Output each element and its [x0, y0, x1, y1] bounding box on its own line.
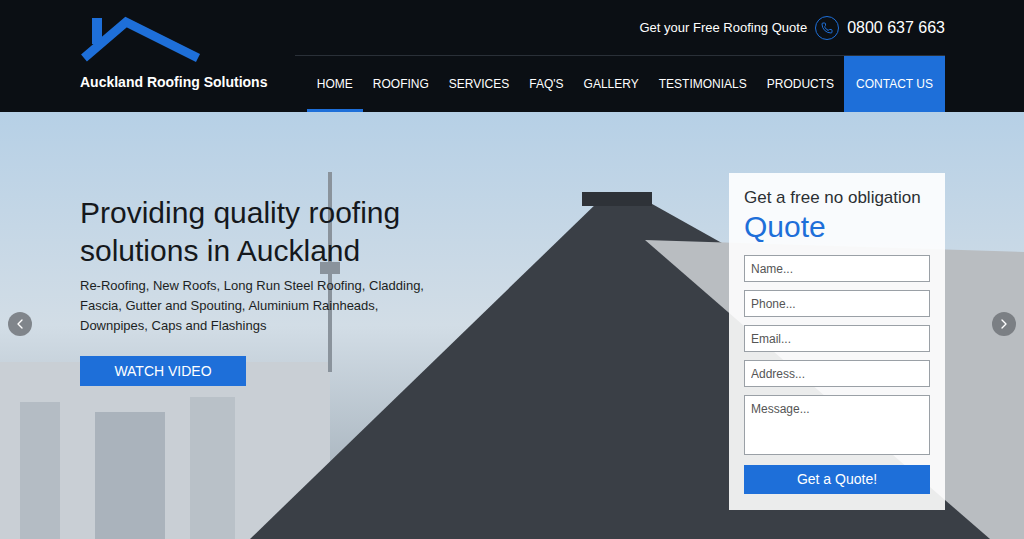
nav-item[interactable]: ROOFING [363, 56, 439, 112]
message-field[interactable] [744, 395, 930, 455]
text-field[interactable] [744, 290, 930, 317]
phone-icon [815, 16, 839, 40]
nav-item[interactable]: FAQ'S [519, 56, 573, 112]
text-field[interactable] [744, 255, 930, 282]
quote-form: Get a free no obligationQuote Get a Quote… [729, 173, 945, 510]
chevron-right-icon [996, 316, 1012, 332]
header-right: Get your Free Roofing Quote 0800 637 663 H… [295, 0, 945, 112]
main-nav: HOMEROOFINGSERVICESFAQ'SGALLERYTESTIMONI… [295, 55, 945, 112]
roof-logo-icon [80, 14, 205, 64]
hero-text: Providing quality roofing solutions in A… [80, 112, 490, 510]
top-bar: Get your Free Roofing Quote 0800 637 663 [295, 0, 945, 55]
quote-form-title-emphasis: Quote [744, 209, 930, 245]
nav-item[interactable]: PRODUCTS [757, 56, 844, 112]
nav-item[interactable]: GALLERY [574, 56, 649, 112]
hero-subheading: Re-Roofing, New Roofs, Long Run Steel Ro… [80, 276, 440, 336]
nav-item[interactable]: CONTACT US [844, 56, 945, 112]
quote-fields [744, 255, 930, 455]
get-quote-button[interactable]: Get a Quote! [744, 465, 930, 494]
hero-content: Providing quality roofing solutions in A… [0, 112, 1024, 510]
nav-item[interactable]: SERVICES [439, 56, 519, 112]
text-field[interactable] [744, 360, 930, 387]
hero-heading: Providing quality roofing solutions in A… [80, 194, 480, 270]
watch-video-button[interactable]: WATCH VIDEO [80, 356, 246, 386]
text-field[interactable] [744, 325, 930, 352]
site-header: Auckland Roofing SolutionsGet your Free … [0, 0, 1024, 112]
nav-item[interactable]: HOME [307, 56, 363, 112]
slider-prev-button[interactable] [8, 312, 32, 336]
logo[interactable]: Auckland Roofing Solutions [80, 0, 295, 112]
phone-number[interactable]: 0800 637 663 [847, 16, 945, 40]
hero: Providing quality roofing solutions in A… [0, 112, 1024, 539]
quote-form-title: Get a free no obligation [744, 187, 930, 209]
page: Auckland Roofing SolutionsGet your Free … [0, 0, 1024, 539]
chevron-left-icon [12, 316, 28, 332]
logo-text: Auckland Roofing Solutions [80, 72, 295, 93]
slider-next-button[interactable] [992, 312, 1016, 336]
nav-item[interactable]: TESTIMONIALS [649, 56, 757, 112]
quote-prompt: Get your Free Roofing Quote [639, 18, 807, 38]
